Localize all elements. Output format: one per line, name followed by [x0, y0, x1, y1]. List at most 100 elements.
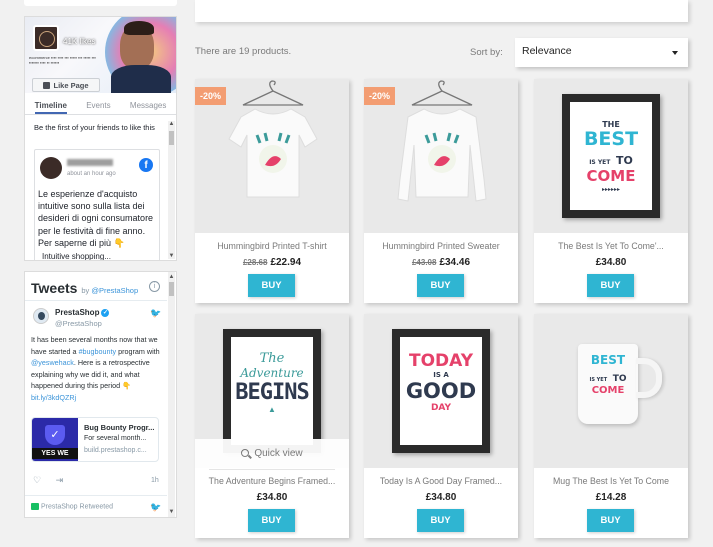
facebook-logo-icon[interactable]: f — [139, 158, 153, 172]
buy-button[interactable]: BUY — [248, 509, 295, 532]
current-price: £14.28 — [595, 492, 627, 503]
post-link-preview[interactable]: Intuitive shopping... — [38, 251, 160, 260]
product-image[interactable]: -20% — [364, 79, 518, 233]
product-card[interactable]: BEST IS YET TO COME Mug The Best Is Yet … — [534, 314, 688, 538]
tab-timeline[interactable]: Timeline — [34, 97, 67, 114]
product-image[interactable]: The Adventure BEGINS ▲ Quick view — [195, 314, 349, 468]
product-price: £34.80 — [534, 257, 688, 268]
current-price: £34.46 — [439, 257, 471, 268]
share-icon[interactable]: ⇥ — [56, 475, 64, 485]
retweeted-label: PrestaShop Retweeted — [31, 503, 113, 510]
facebook-likes: 41K likes — [63, 37, 96, 46]
buy-button[interactable]: BUY — [417, 274, 464, 297]
product-image[interactable]: BEST IS YET TO COME — [534, 314, 688, 468]
friends-like-text: Be the first of your friends to like thi… — [34, 123, 155, 132]
tweet-time[interactable]: 1h — [151, 477, 159, 484]
caret-down-icon — [672, 51, 678, 55]
product-card[interactable]: The Adventure BEGINS ▲ Quick view The Ad… — [195, 314, 349, 538]
post-author-avatar[interactable] — [40, 157, 62, 179]
tab-messages[interactable]: Messages — [130, 97, 166, 114]
mug-line: BEST — [590, 353, 626, 367]
scroll-thumb[interactable] — [169, 131, 174, 145]
scroll-down-icon[interactable]: ▼ — [168, 253, 175, 259]
product-name[interactable]: Hummingbird Printed Sweater — [364, 241, 518, 251]
product-card[interactable]: -20% Hummingbird Printed Sweater £43.08 £… — [364, 79, 518, 303]
product-card[interactable]: THE BEST IS YET TO COME ▸▸▸▸▸▸ The Best … — [534, 79, 688, 303]
scroll-up-icon[interactable]: ▲ — [168, 274, 175, 280]
post-time[interactable]: about an hour ago — [67, 171, 116, 177]
product-image[interactable]: THE BEST IS YET TO COME ▸▸▸▸▸▸ — [534, 79, 688, 233]
tab-events[interactable]: Events — [86, 97, 110, 114]
facebook-tabs: Timeline Events Messages — [25, 97, 176, 115]
scroll-thumb[interactable] — [169, 282, 174, 296]
tweet-link-card[interactable]: ✓ YES WE H⁠ACK Bug Bounty Progr... For s… — [31, 417, 159, 462]
product-name[interactable]: Hummingbird Printed T-shirt — [195, 241, 349, 251]
like-page-label: Like Page — [53, 80, 89, 90]
tweet-text-part: program with — [116, 346, 160, 356]
tweets-title: Tweets — [31, 280, 78, 296]
heart-icon[interactable]: ♡ — [33, 475, 41, 485]
poster-line: TO — [615, 154, 633, 167]
tweet-author-name-text: PrestaShop — [55, 308, 100, 317]
product-name[interactable]: Mug The Best Is Yet To Come — [534, 476, 688, 486]
product-count: There are 19 products. — [195, 46, 292, 57]
product-card[interactable]: TODAY IS A GOOD DAY Today Is A Good Day … — [364, 314, 518, 538]
thumbs-up-icon — [43, 81, 51, 89]
sort-select[interactable]: Relevance — [515, 38, 688, 67]
tweets-by: by — [81, 286, 90, 295]
mug-image: BEST IS YET TO COME — [578, 344, 638, 424]
twitter-bird-icon[interactable]: 🐦 — [150, 308, 161, 319]
product-name[interactable]: Today Is A Good Day Framed... — [364, 476, 518, 486]
poster-frame: THE BEST IS YET TO COME ▸▸▸▸▸▸ — [562, 94, 660, 218]
buy-button[interactable]: BUY — [587, 274, 634, 297]
product-name[interactable]: The Adventure Begins Framed... — [195, 476, 349, 486]
poster-line: COME — [586, 167, 636, 185]
current-price: £34.80 — [256, 492, 288, 503]
tweet-url-link[interactable]: bit.ly/3kdQZRj — [31, 393, 76, 402]
tweets-heading: Tweets by @PrestaShop — [31, 280, 138, 296]
tweet-author-handle[interactable]: @PrestaShop — [55, 319, 102, 328]
facebook-cover-image[interactable]: ecommerce ▪▪▪▪ ▪▪▪▪ ▪▪▪ ▪▪▪▪▪ ▪▪▪ ▪▪▪▪▪ … — [25, 17, 176, 93]
mug-line: TO — [612, 374, 627, 384]
poster-line: GOOD — [405, 379, 477, 403]
twitter-scrollbar[interactable]: ▲ ▼ — [168, 272, 175, 517]
mention-link[interactable]: @yeswehack — [31, 358, 74, 367]
buy-button[interactable]: BUY — [587, 509, 634, 532]
info-icon[interactable]: i — [149, 281, 160, 292]
tweet-author-avatar[interactable] — [33, 308, 49, 324]
product-price: £34.80 — [364, 492, 518, 503]
poster-line: IS A — [433, 371, 449, 379]
facebook-post: about an hour ago f Le esperienze d'acqu… — [34, 149, 160, 260]
search-icon — [241, 449, 250, 457]
twitter-bird-icon[interactable]: 🐦 — [150, 502, 161, 513]
quick-view-button[interactable]: Quick view — [195, 439, 349, 468]
sort-label: Sort by: — [470, 47, 503, 58]
divider — [209, 469, 335, 470]
product-name[interactable]: The Best Is Yet To Come'... — [534, 241, 688, 251]
card-title: Bug Bounty Progr... — [84, 423, 155, 432]
facebook-scrollbar[interactable]: ▲ ▼ — [168, 121, 175, 259]
poster-line: Adventure — [240, 366, 304, 380]
poster-line: BEST — [583, 128, 639, 150]
like-page-button[interactable]: Like Page — [32, 78, 100, 92]
tweets-handle-link[interactable]: @PrestaShop — [91, 286, 138, 295]
discount-badge: -20% — [364, 87, 396, 105]
scroll-up-icon[interactable]: ▲ — [168, 121, 175, 127]
product-card[interactable]: -20% Hummingbird Printed T-shirt £28.68 £… — [195, 79, 349, 303]
product-image[interactable]: TODAY IS A GOOD DAY — [364, 314, 518, 468]
current-price: £22.94 — [270, 257, 302, 268]
card-url: build.prestashop.c... — [84, 447, 147, 454]
tweet-author-name[interactable]: PrestaShop ✓ — [55, 308, 110, 317]
divider — [25, 300, 167, 301]
product-image[interactable]: -20% — [195, 79, 349, 233]
buy-button[interactable]: BUY — [248, 274, 295, 297]
hashtag-link[interactable]: #bugbounty — [79, 347, 117, 356]
facebook-widget: ecommerce ▪▪▪▪ ▪▪▪▪ ▪▪▪ ▪▪▪▪▪ ▪▪▪ ▪▪▪▪▪ … — [24, 16, 177, 261]
current-price: £34.80 — [595, 257, 627, 268]
poster-line: BEGINS — [235, 380, 309, 405]
retweeted-text: PrestaShop Retweeted — [41, 503, 113, 511]
page-avatar[interactable] — [33, 25, 59, 51]
scroll-down-icon[interactable]: ▼ — [168, 509, 175, 515]
buy-button[interactable]: BUY — [417, 509, 464, 532]
mug-line: COME — [591, 385, 625, 396]
